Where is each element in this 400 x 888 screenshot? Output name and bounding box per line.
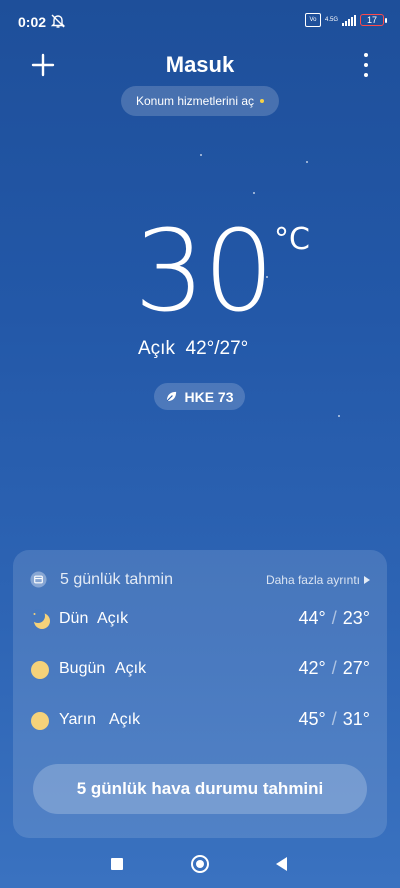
- more-details-label: Daha fazla ayrıntı: [265, 573, 360, 587]
- forecast-low: 27°: [342, 658, 370, 678]
- forecast-condition: Açık: [115, 660, 147, 677]
- moon-icon: [31, 609, 50, 629]
- forecast-temps: 44°/23°: [298, 608, 370, 628]
- status-bar: 0:02 Vo 4.5G 17: [0, 0, 400, 44]
- calendar-icon: [30, 571, 47, 588]
- forecast-day: Bugün: [59, 660, 106, 677]
- forecast-high: 44°: [298, 608, 326, 628]
- volte-icon: Vo: [304, 13, 321, 27]
- forecast-low: 23°: [342, 608, 370, 628]
- leaf-icon: [166, 391, 177, 402]
- network-type: 4.5G: [324, 17, 338, 23]
- five-day-forecast-button[interactable]: 5 günlük hava durumu tahmini: [33, 764, 367, 814]
- forecast-header: 5 günlük tahmin Daha fazla ayrıntı: [30, 568, 370, 592]
- sun-icon: [31, 712, 49, 730]
- forecast-day: Yarın: [59, 711, 97, 728]
- air-quality-label: HKE 73: [184, 388, 234, 405]
- navigation-bar: [0, 840, 400, 888]
- forecast-temps: 45°/31°: [298, 709, 370, 729]
- home-button[interactable]: [191, 855, 209, 873]
- bell-off-icon: [50, 14, 66, 28]
- forecast-row[interactable]: Yarın Açık 45°/31°: [30, 706, 370, 736]
- forecast-day: Dün: [59, 610, 89, 627]
- battery-icon: 17: [360, 14, 387, 26]
- battery-level: 17: [366, 15, 377, 25]
- temperature-unit: °C: [274, 222, 310, 257]
- forecast-condition: Açık: [97, 610, 129, 627]
- star-decoration: [306, 161, 308, 163]
- forecast-row[interactable]: Bugün Açık 42°/27°: [30, 655, 370, 685]
- current-temperature: 30: [134, 207, 275, 337]
- status-time: 0:02: [18, 14, 47, 30]
- chevron-right-icon: [364, 576, 370, 584]
- signal-icon: [342, 14, 356, 26]
- forecast-condition: Açık: [109, 711, 141, 728]
- forecast-high: 42°: [298, 658, 326, 678]
- forecast-low: 31°: [342, 709, 370, 729]
- weather-summary: Açık 42°/27°: [138, 338, 249, 359]
- notification-dot: [260, 99, 265, 103]
- star-decoration: [200, 154, 202, 156]
- star-decoration: [338, 415, 340, 417]
- city-name: Masuk: [165, 52, 235, 77]
- forecast-temps: 42°/27°: [298, 658, 370, 678]
- more-details-link[interactable]: Daha fazla ayrıntı: [266, 573, 370, 587]
- air-quality-button[interactable]: HKE 73: [154, 383, 245, 410]
- forecast-high: 45°: [298, 709, 326, 729]
- forecast-row[interactable]: Dün Açık 44°/23°: [30, 605, 370, 635]
- location-services-label: Konum hizmetlerini aç: [135, 94, 255, 108]
- star-decoration: [253, 192, 255, 194]
- back-button[interactable]: [276, 857, 287, 871]
- forecast-card: 5 günlük tahmin Daha fazla ayrıntı Dün A…: [13, 550, 387, 838]
- location-services-button[interactable]: Konum hizmetlerini aç: [121, 86, 279, 116]
- forecast-title: 5 günlük tahmin: [60, 571, 173, 588]
- sun-icon: [31, 661, 49, 679]
- recents-button[interactable]: [111, 858, 123, 870]
- more-options-button[interactable]: [362, 53, 370, 77]
